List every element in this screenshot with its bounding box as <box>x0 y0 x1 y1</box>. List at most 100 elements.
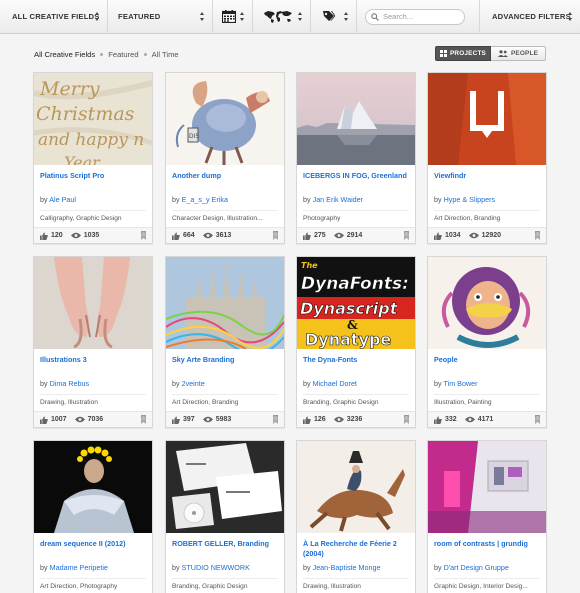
thumbs-up-icon <box>40 415 48 424</box>
thumbs-up-icon <box>172 415 180 424</box>
owner-link[interactable]: D'art Design Gruppe <box>444 563 509 572</box>
project-fields: Character Design, Illustration... <box>172 215 263 222</box>
svg-text:Merry: Merry <box>39 78 100 100</box>
owner-link[interactable]: Tim Bower <box>443 379 477 388</box>
advanced-filters-label: ADVANCED FILTERS <box>492 12 571 21</box>
projects-tab[interactable]: PROJECTS <box>435 46 491 61</box>
search-input[interactable] <box>383 12 461 21</box>
project-card[interactable]: room of contrasts | grundig by D'art Des… <box>427 440 547 593</box>
breadcrumb-sort[interactable]: Featured <box>108 50 138 59</box>
owner-link[interactable]: Ale Paul <box>49 195 76 204</box>
project-card[interactable]: DI5 Another dump by E_a_s_y Erika Charac… <box>165 72 285 244</box>
project-thumbnail[interactable] <box>34 257 152 349</box>
project-thumbnail[interactable] <box>297 73 415 165</box>
project-title[interactable]: room of contrasts | grundig <box>428 533 546 563</box>
thumbs-up-icon <box>303 415 311 424</box>
project-owner: by Dima Rebus <box>34 379 152 391</box>
project-card[interactable]: ICEBERGS IN FOG, Greenland by Jan Erik W… <box>296 72 416 244</box>
project-title[interactable]: À La Recherche de Féerie 2 (2004) <box>297 533 415 563</box>
owner-link[interactable]: Jean-Baptiste Monge <box>313 563 381 572</box>
project-thumbnail[interactable]: DI5 <box>166 73 284 165</box>
chevron-updown-icon <box>568 11 573 22</box>
project-card[interactable]: Sky Arte Branding by 2veinte Art Directi… <box>165 256 285 428</box>
appreciations-count: 126 <box>314 416 326 423</box>
owner-link[interactable]: Dima Rebus <box>50 379 90 388</box>
project-fields: Branding, Graphic Design <box>172 583 248 590</box>
by-label: by <box>172 379 180 388</box>
people-tab-label: PEOPLE <box>510 50 539 57</box>
eye-icon <box>70 232 81 239</box>
project-thumbnail[interactable] <box>166 441 284 533</box>
project-thumbnail[interactable]: The DynaFonts: Dynascript & Dynatype <box>297 257 415 349</box>
sort-dropdown[interactable]: FEATURED <box>108 0 213 34</box>
thumb-text-the: The <box>301 261 318 270</box>
project-card[interactable]: Viewfindr by Hype & Slippers Art Directi… <box>427 72 547 244</box>
project-thumbnail[interactable] <box>428 257 546 349</box>
featured-ribbon-icon <box>141 415 146 424</box>
owner-link[interactable]: E_a_s_y Erika <box>182 195 228 204</box>
appreciations-count: 332 <box>445 416 457 423</box>
appreciations-count: 1007 <box>51 416 67 423</box>
people-tab[interactable]: PEOPLE <box>491 46 546 61</box>
project-title[interactable]: Platinus Script Pro <box>34 165 152 195</box>
project-owner: by Tim Bower <box>428 379 546 391</box>
search-box[interactable] <box>365 8 465 25</box>
project-owner: by D'art Design Gruppe <box>428 563 546 575</box>
project-title[interactable]: People <box>428 349 546 379</box>
time-dropdown[interactable] <box>213 0 253 34</box>
project-thumbnail[interactable] <box>428 441 546 533</box>
owner-link[interactable]: Hype & Slippers <box>444 195 496 204</box>
svg-text:Year: Year <box>64 153 101 165</box>
owner-link[interactable]: Michael Doret <box>313 379 357 388</box>
featured-ribbon-icon <box>404 415 409 424</box>
breadcrumb-fields[interactable]: All Creative Fields <box>34 50 95 59</box>
thumb-text-dynascript: Dynascript <box>300 299 399 318</box>
chevron-updown-icon <box>200 11 205 22</box>
project-card[interactable]: Illustrations 3 by Dima Rebus Drawing, I… <box>33 256 153 428</box>
project-card[interactable]: ROBERT GELLER, Branding by STUDIO NEWWOR… <box>165 440 285 593</box>
project-card[interactable]: The DynaFonts: Dynascript & Dynatype The… <box>296 256 416 428</box>
eye-icon <box>202 232 213 239</box>
by-label: by <box>434 195 442 204</box>
project-title[interactable]: ICEBERGS IN FOG, Greenland <box>297 165 415 195</box>
owner-link[interactable]: 2veinte <box>182 379 205 388</box>
thumbs-up-icon <box>434 231 442 240</box>
svg-text:Christmas: Christmas <box>36 103 135 125</box>
project-card[interactable]: Merry Christmas and happy n Year Platinu… <box>33 72 153 244</box>
project-card[interactable]: dream sequence II (2012) by Madame Perip… <box>33 440 153 593</box>
project-thumbnail[interactable] <box>428 73 546 165</box>
calendar-icon <box>222 10 236 23</box>
creative-fields-dropdown[interactable]: ALL CREATIVE FIELDS <box>0 0 108 34</box>
project-card[interactable]: À La Recherche de Féerie 2 (2004) by Jea… <box>296 440 416 593</box>
project-title[interactable]: Another dump <box>166 165 284 195</box>
project-thumbnail[interactable] <box>297 441 415 533</box>
project-fields: Graphic Design, Interior Desig... <box>434 583 528 590</box>
owner-link[interactable]: Madame Peripetie <box>50 563 108 572</box>
project-title[interactable]: ROBERT GELLER, Branding <box>166 533 284 563</box>
project-thumbnail[interactable] <box>166 257 284 349</box>
featured-ribbon-icon <box>404 231 409 240</box>
owner-link[interactable]: Jan Erik Waider <box>313 195 363 204</box>
owner-link[interactable]: STUDIO NEWWORK <box>182 563 250 572</box>
project-title[interactable]: Viewfindr <box>428 165 546 195</box>
project-owner: by Jan Erik Waider <box>297 195 415 207</box>
project-title[interactable]: Sky Arte Branding <box>166 349 284 379</box>
breadcrumb-time[interactable]: All Time <box>152 50 179 59</box>
project-stats: 120 1035 <box>34 227 152 243</box>
location-dropdown[interactable] <box>253 0 311 34</box>
views-count: 1035 <box>83 232 100 239</box>
project-title[interactable]: Illustrations 3 <box>34 349 152 379</box>
project-title[interactable]: The Dyna-Fonts <box>297 349 415 379</box>
tags-dropdown[interactable] <box>311 0 357 34</box>
project-stats: 126 3236 <box>297 411 415 427</box>
eye-icon <box>464 416 475 423</box>
project-owner: by Jean-Baptiste Monge <box>297 563 415 575</box>
project-thumbnail[interactable] <box>34 441 152 533</box>
project-thumbnail[interactable]: Merry Christmas and happy n Year <box>34 73 152 165</box>
advanced-filters-dropdown[interactable]: ADVANCED FILTERS <box>480 0 580 34</box>
project-card[interactable]: People by Tim Bower Illustration, Painti… <box>427 256 547 428</box>
people-icon <box>497 50 508 57</box>
creative-fields-label: ALL CREATIVE FIELDS <box>12 12 100 21</box>
project-title[interactable]: dream sequence II (2012) <box>34 533 152 563</box>
project-fields: Art Direction, Photography <box>40 583 118 590</box>
